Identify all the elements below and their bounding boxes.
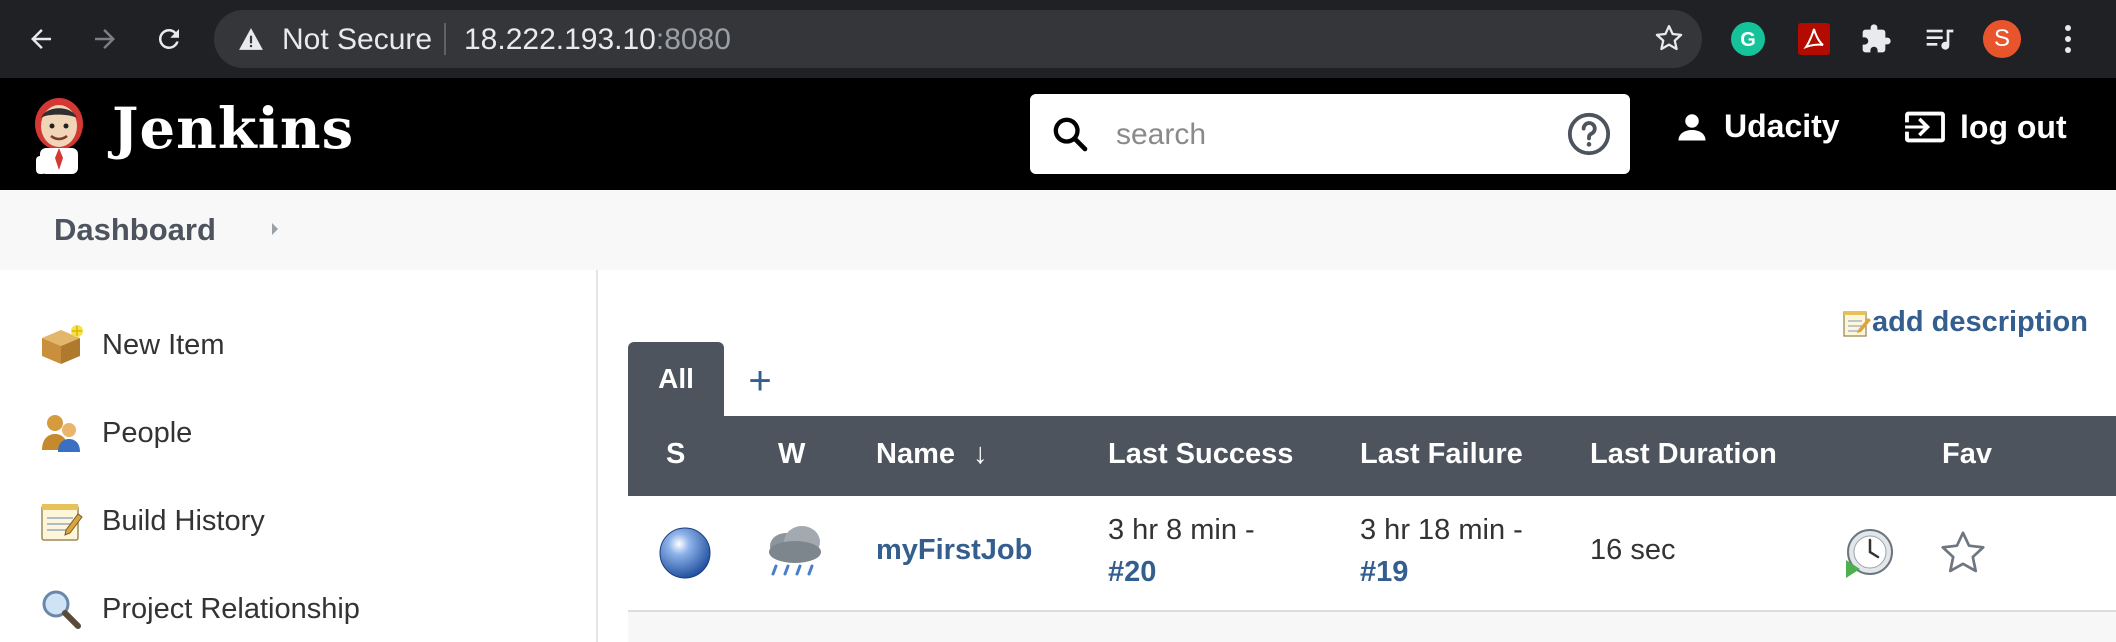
reload-button[interactable]	[144, 14, 194, 64]
profile-initial: S	[1993, 25, 2010, 52]
name-header-label: Name	[876, 438, 955, 470]
back-button[interactable]	[16, 14, 66, 64]
table-row	[628, 612, 2116, 642]
column-header-last-failure[interactable]: Last Failure	[1360, 438, 1523, 471]
logout-link[interactable]: log out	[1902, 108, 2067, 146]
help-icon[interactable]	[1566, 111, 1612, 162]
arrow-right-icon	[95, 29, 115, 49]
sidebar: New Item People Build History Project Re…	[0, 270, 598, 642]
column-header-weather[interactable]: W	[778, 438, 805, 471]
user-name: Udacity	[1724, 108, 1840, 144]
job-name-link[interactable]: myFirstJob	[876, 534, 1032, 567]
tab-label: All	[658, 363, 694, 394]
breadcrumb-dashboard[interactable]: Dashboard	[54, 212, 216, 248]
sidebar-item-label: People	[102, 416, 193, 449]
url-host: 18.222.193.10	[464, 23, 656, 56]
media-queue-icon[interactable]	[1920, 19, 1960, 59]
sidebar-item-new-item[interactable]: New Item	[38, 324, 224, 366]
sidebar-item-build-history[interactable]: Build History	[38, 500, 265, 542]
tab-all[interactable]: All	[628, 342, 724, 416]
last-success-build-link[interactable]: #20	[1108, 556, 1156, 589]
schedule-build-icon[interactable]	[1842, 526, 1896, 588]
search-input[interactable]	[1114, 112, 1558, 158]
grammarly-extension-icon[interactable]: G	[1728, 19, 1768, 59]
add-description-link[interactable]: add description	[1842, 306, 2088, 339]
sidebar-item-label: Build History	[102, 504, 265, 537]
extensions-puzzle-icon[interactable]	[1856, 19, 1896, 59]
sidebar-item-project-relationship[interactable]: Project Relationship	[38, 588, 360, 630]
kebab-menu-icon	[2065, 25, 2071, 53]
reload-icon	[158, 28, 179, 49]
bookmark-star-icon[interactable]	[1654, 23, 1684, 58]
magnifier-icon	[42, 590, 81, 629]
sort-arrow-icon: ↓	[973, 438, 988, 470]
new-item-box-icon	[42, 325, 83, 364]
column-header-last-duration[interactable]: Last Duration	[1590, 438, 1777, 471]
profile-avatar[interactable]: S	[1982, 19, 2022, 59]
breadcrumb: Dashboard	[0, 190, 2116, 270]
column-header-name[interactable]: Name ↓	[876, 438, 988, 471]
security-label: Not Secure	[282, 23, 433, 56]
logout-icon	[1905, 111, 1945, 143]
last-failure-build-link[interactable]: #19	[1360, 556, 1408, 589]
svg-text:G: G	[1740, 29, 1756, 51]
add-view-button[interactable]: +	[740, 356, 780, 406]
column-header-last-success[interactable]: Last Success	[1108, 438, 1293, 471]
jenkins-brand[interactable]: Jenkins	[112, 96, 354, 162]
user-icon	[1678, 113, 1706, 140]
favorite-star-icon[interactable]	[1938, 528, 1988, 586]
warning-icon	[238, 27, 264, 56]
search-icon	[1050, 114, 1090, 159]
add-description-label: add description	[1872, 306, 2088, 338]
jenkins-logo-icon[interactable]	[30, 96, 88, 176]
column-header-status[interactable]: S	[666, 438, 685, 471]
weather-rain-icon	[762, 522, 828, 590]
search-box	[1030, 94, 1630, 174]
last-success-time: 3 hr 8 min -	[1108, 514, 1255, 546]
browser-menu-button[interactable]	[2048, 19, 2088, 59]
column-header-fav[interactable]: Fav	[1942, 438, 1992, 471]
notepad-icon	[41, 504, 83, 541]
forward-button[interactable]	[80, 14, 130, 64]
table-row: myFirstJob 3 hr 8 min - #20 3 hr 18 min …	[628, 496, 2116, 612]
logout-label: log out	[1960, 108, 2067, 145]
address-bar[interactable]: Not Secure 18.222.193.10:8080	[214, 10, 1702, 68]
last-duration: 16 sec	[1590, 534, 1676, 566]
status-ball-icon	[658, 526, 712, 588]
sidebar-item-people[interactable]: People	[38, 412, 192, 454]
sidebar-item-label: New Item	[102, 328, 225, 361]
sidebar-item-label: Project Relationship	[102, 592, 360, 625]
table-header: S W Name ↓ Last Success Last Failure Las…	[628, 416, 2116, 496]
jenkins-header: Jenkins Udacity log out	[0, 78, 2116, 190]
breadcrumb-chevron-icon[interactable]	[270, 221, 280, 242]
user-link[interactable]: Udacity	[1674, 108, 1840, 145]
edit-note-icon	[1843, 310, 1871, 337]
last-failure-time: 3 hr 18 min -	[1360, 514, 1523, 546]
address-separator	[444, 23, 446, 55]
arrow-left-icon	[31, 29, 51, 49]
url-text: 18.222.193.10:8080	[464, 23, 731, 57]
url-port: :8080	[655, 23, 731, 56]
people-icon	[42, 415, 80, 452]
browser-toolbar: Not Secure 18.222.193.10:8080 G S	[0, 0, 2116, 78]
pdf-extension-icon[interactable]	[1794, 19, 1834, 59]
